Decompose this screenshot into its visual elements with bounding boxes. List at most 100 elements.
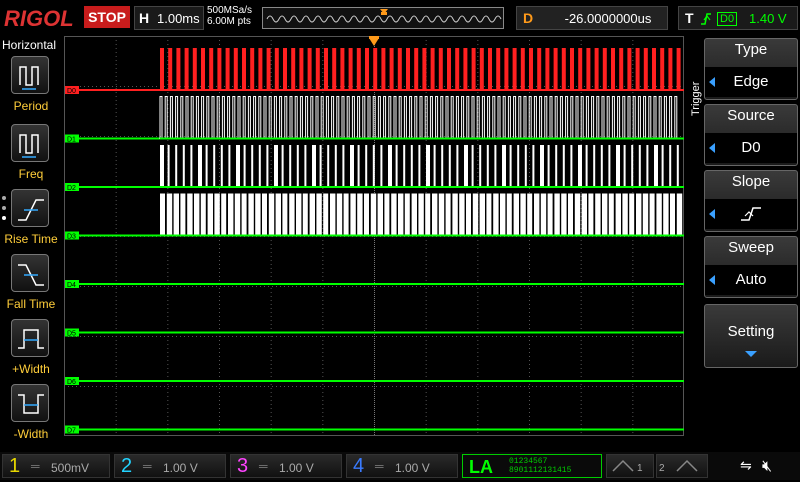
trigger-letter: T — [685, 10, 694, 26]
channel-1-scale: 500mV — [51, 461, 90, 475]
type-value: Edge — [705, 67, 797, 97]
speaker-muted-icon[interactable]: 🔇︎ — [762, 456, 772, 476]
delay-box[interactable]: D -26.0000000us — [516, 6, 668, 30]
generator-2-box[interactable]: 2 — [656, 454, 708, 478]
la-row-2: 8901112131415 — [509, 466, 572, 475]
freq-label: Freq — [18, 167, 44, 181]
period-icon — [11, 56, 49, 94]
la-label: LA — [469, 457, 493, 477]
coupling-icon: ═ — [375, 459, 384, 473]
generator-2-number: 2 — [659, 463, 665, 474]
channel-waveform-d2 — [160, 145, 679, 187]
delay-letter: D — [523, 10, 534, 26]
left-arrow-icon — [709, 275, 715, 285]
channel-label-d6: D6 — [67, 379, 76, 386]
trigger-source-badge: D0 — [717, 12, 738, 26]
trigger-setting-button[interactable]: Setting — [704, 304, 798, 368]
source-title: Source — [727, 107, 775, 124]
menu-title: Horizontal — [2, 38, 57, 52]
channel-label-d3: D3 — [67, 234, 76, 241]
pos-width-icon — [11, 319, 49, 357]
channel-label-d7: D7 — [67, 428, 76, 435]
trigger-menu-title: Trigger — [690, 81, 702, 116]
fall-time-measure-button[interactable]: Fall Time — [0, 252, 62, 314]
period-label: Period — [13, 99, 49, 113]
sweep-value: Auto — [705, 265, 797, 295]
waveform-grid: D0 D1 D2 D3 D4 D5 D6 D7 — [64, 36, 684, 436]
coupling-icon: ═ — [31, 459, 40, 473]
trigger-type-button[interactable]: Type Edge — [704, 38, 798, 100]
left-arrow-icon — [709, 143, 715, 153]
top-status-bar: RIGOL STOP H 1.00ms 500MSa/s 6.00M pts D… — [0, 0, 800, 36]
channel-1-box[interactable]: 1 ═ 500mV — [2, 454, 110, 478]
channel-label-d2: D2 — [67, 185, 76, 192]
chevron-down-icon — [745, 351, 757, 357]
trigger-slope-button[interactable]: Slope — [704, 170, 798, 232]
coupling-icon: ═ — [143, 459, 152, 473]
la-row-1: 01234567 — [509, 457, 548, 466]
freq-icon — [11, 124, 49, 162]
type-title: Type — [734, 41, 768, 58]
left-arrow-icon — [709, 209, 715, 219]
logic-analyzer-box[interactable]: LA 01234567 8901112131415 — [462, 454, 602, 478]
channel-3-box[interactable]: 3 ═ 1.00 V — [230, 454, 342, 478]
rise-time-icon — [11, 189, 49, 227]
fall-time-icon — [11, 254, 49, 292]
channel-2-box[interactable]: 2 ═ 1.00 V — [114, 454, 226, 478]
slope-title: Slope — [731, 173, 771, 190]
trigger-status-box[interactable]: T D0 1.40 V — [678, 6, 798, 30]
trigger-sweep-button[interactable]: Sweep Auto — [704, 236, 798, 298]
channel-2-scale: 1.00 V — [163, 461, 198, 475]
channel-3-scale: 1.00 V — [279, 461, 314, 475]
menu-page-dots — [2, 196, 6, 226]
channel-label-d5: D5 — [67, 331, 76, 338]
memory-overview-bar[interactable] — [262, 7, 504, 29]
trigger-menu: Trigger Type Edge Source D0 Slope Sweep … — [688, 36, 800, 440]
channel-4-box[interactable]: 4 ═ 1.00 V — [346, 454, 458, 478]
generator-1-number: 1 — [637, 463, 643, 474]
rise-time-measure-button[interactable]: Rise Time — [0, 187, 62, 249]
rise-time-label: Rise Time — [4, 232, 58, 246]
fall-time-label: Fall Time — [6, 297, 56, 311]
acquisition-info: 500MSa/s 6.00M pts — [207, 5, 252, 27]
memory-overview-waveform — [266, 9, 502, 23]
neg-width-label: -Width — [13, 427, 49, 441]
coupling-icon: ═ — [259, 459, 268, 473]
horizontal-timebase-box[interactable]: H 1.00ms — [134, 6, 204, 30]
trigger-source-button[interactable]: Source D0 — [704, 104, 798, 166]
channel-waveform-d3 — [160, 193, 683, 236]
channel-label-d0: D0 — [67, 88, 76, 95]
channel-4-number: 4 — [353, 455, 365, 477]
channel-3-number: 3 — [237, 455, 249, 477]
left-arrow-icon — [709, 77, 715, 87]
channel-2-number: 2 — [121, 455, 133, 477]
trigger-level: 1.40 V — [749, 11, 787, 26]
channel-1-number: 1 — [9, 455, 21, 477]
neg-width-measure-button[interactable]: -Width — [0, 382, 62, 444]
sample-rate: 500MSa/s — [207, 5, 253, 16]
channel-label-d1: D1 — [67, 137, 76, 144]
setting-title: Setting — [727, 323, 775, 340]
memory-depth: 6.00M pts — [207, 16, 251, 27]
generator-1-box[interactable]: 1 — [606, 454, 654, 478]
la-channel-indicators: 01234567 8901112131415 — [509, 457, 571, 475]
run-stop-indicator[interactable]: STOP — [84, 6, 130, 28]
sine-wave-icon — [612, 459, 634, 472]
sweep-title: Sweep — [728, 239, 774, 256]
rising-edge-icon — [741, 207, 761, 221]
waveform-display[interactable]: D0 D1 D2 D3 D4 D5 D6 D7 — [64, 36, 684, 440]
source-value: D0 — [705, 133, 797, 163]
rising-edge-icon — [701, 13, 711, 25]
timebase-letter: H — [139, 10, 150, 26]
channel-status-bar: 1 ═ 500mV 2 ═ 1.00 V 3 ═ 1.00 V 4 ═ 1.00… — [0, 452, 800, 480]
period-measure-button[interactable]: Period — [0, 54, 62, 116]
pos-width-measure-button[interactable]: +Width — [0, 317, 62, 379]
usb-icon: ⇋ — [740, 458, 752, 474]
delay-value: -26.0000000us — [564, 11, 652, 26]
timebase-value: 1.00ms — [157, 11, 200, 26]
neg-width-icon — [11, 384, 49, 422]
pos-width-label: +Width — [12, 362, 50, 376]
channel-4-scale: 1.00 V — [395, 461, 430, 475]
freq-measure-button[interactable]: Freq — [0, 122, 62, 184]
channel-label-d4: D4 — [67, 282, 76, 289]
